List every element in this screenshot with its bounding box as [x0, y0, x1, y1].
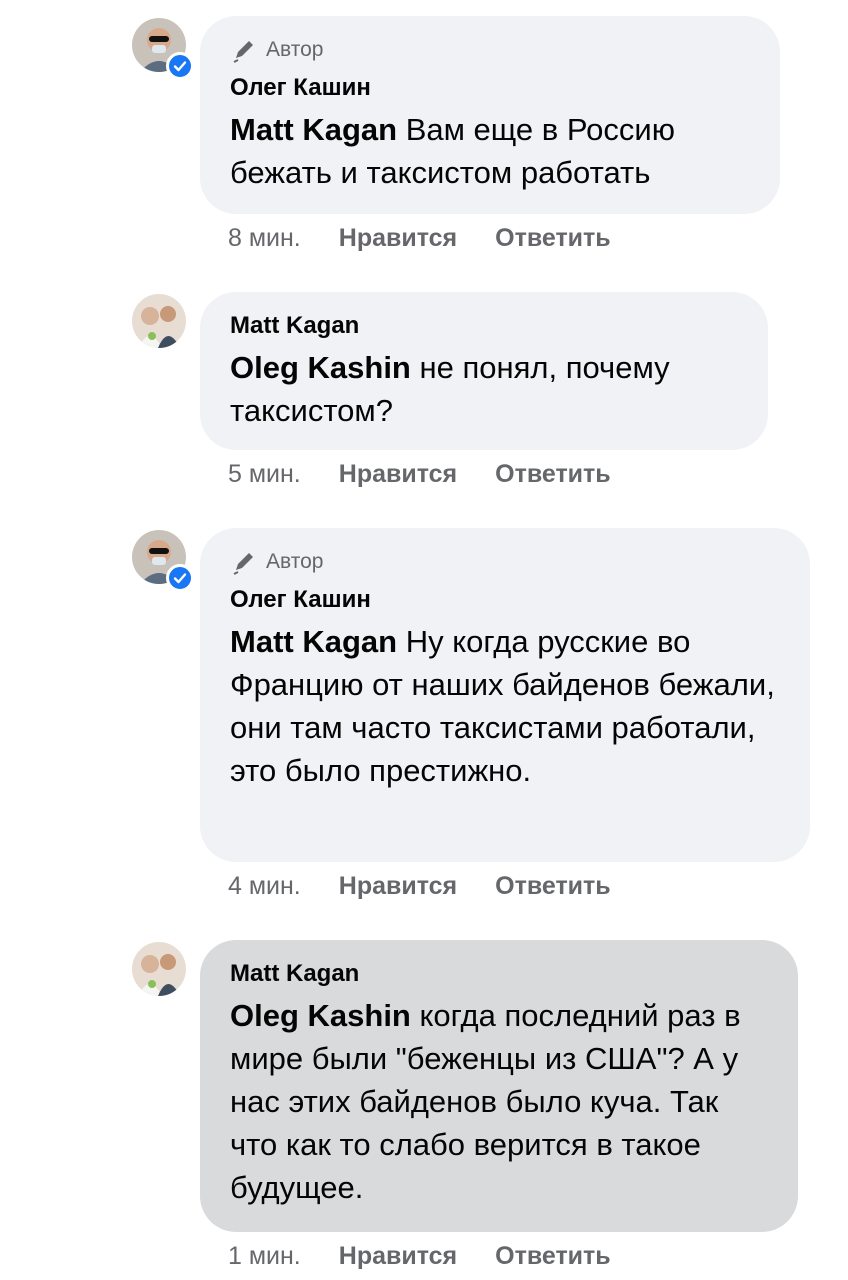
avatar[interactable]	[132, 18, 194, 80]
author-badge-label: Автор	[266, 550, 324, 573]
mention-link[interactable]: Oleg Kashin	[230, 998, 411, 1033]
comment-timestamp[interactable]: 1 мин.	[228, 1242, 301, 1271]
comment-text: Oleg Kashin не понял, почему таксистом?	[230, 350, 670, 428]
comment-meta: 5 мин. Нравится Ответить	[228, 460, 611, 489]
comment-meta: 8 мин. Нравится Ответить	[228, 224, 611, 253]
reply-button[interactable]: Ответить	[495, 1242, 611, 1271]
like-button[interactable]: Нравится	[339, 224, 457, 253]
like-button[interactable]: Нравится	[339, 872, 457, 901]
commenter-name[interactable]: Matt Kagan	[230, 312, 738, 340]
author-badge-label: Автор	[266, 38, 324, 61]
avatar[interactable]	[132, 294, 186, 348]
like-button[interactable]: Нравится	[339, 1242, 457, 1271]
commenter-name[interactable]: Олег Кашин	[230, 74, 750, 102]
pencil-icon	[233, 553, 253, 575]
reply-button[interactable]: Ответить	[495, 872, 611, 901]
comment-bubble[interactable]: Matt Kagan Oleg Kashin не понял, почему …	[200, 292, 768, 450]
avatar[interactable]	[132, 530, 194, 592]
commenter-name[interactable]: Олег Кашин	[230, 586, 780, 614]
avatar-photo-icon	[132, 294, 186, 348]
comment-text: Matt Kagan Ну когда русские во Францию о…	[230, 624, 775, 788]
commenter-name[interactable]: Matt Kagan	[230, 960, 768, 988]
comment-text: Oleg Kashin когда последний раз в мире б…	[230, 998, 741, 1205]
author-badge: Автор	[230, 36, 750, 64]
comment-timestamp[interactable]: 8 мин.	[228, 224, 301, 253]
comment-bubble-selected[interactable]: Matt Kagan Oleg Kashin когда последний р…	[200, 940, 798, 1232]
pencil-icon	[233, 41, 253, 63]
comment-meta: 1 мин. Нравится Ответить	[228, 1242, 611, 1271]
like-button[interactable]: Нравится	[339, 460, 457, 489]
reply-button[interactable]: Ответить	[495, 460, 611, 489]
reply-button[interactable]: Ответить	[495, 224, 611, 253]
comment-bubble[interactable]: Автор Олег Кашин Matt Kagan Вам еще в Ро…	[200, 16, 780, 214]
mention-link[interactable]: Matt Kagan	[230, 624, 397, 659]
avatar[interactable]	[132, 942, 186, 996]
avatar-photo-icon	[132, 942, 186, 996]
mention-link[interactable]: Oleg Kashin	[230, 350, 411, 385]
comment-meta: 4 мин. Нравится Ответить	[228, 872, 611, 901]
comment-timestamp[interactable]: 5 мин.	[228, 460, 301, 489]
verified-badge-icon	[166, 52, 194, 80]
comment-text: Matt Kagan Вам еще в Россию бежать и так…	[230, 112, 675, 190]
verified-badge-icon	[166, 564, 194, 592]
comment-timestamp[interactable]: 4 мин.	[228, 872, 301, 901]
mention-link[interactable]: Matt Kagan	[230, 112, 397, 147]
author-badge: Автор	[230, 548, 780, 576]
comment-bubble[interactable]: Автор Олег Кашин Matt Kagan Ну когда рус…	[200, 528, 810, 862]
